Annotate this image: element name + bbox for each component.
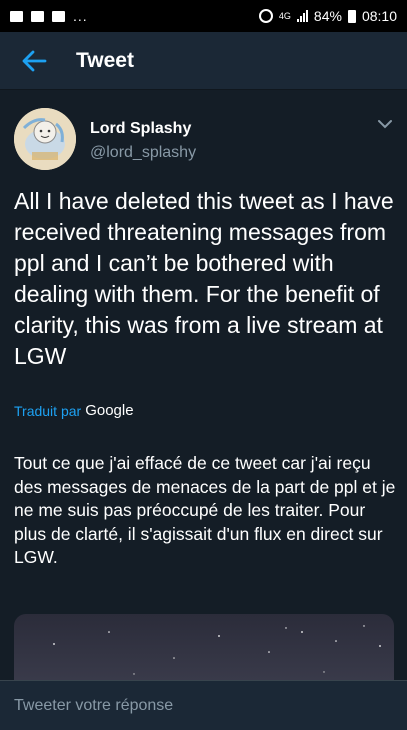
clock: 08:10 <box>361 8 397 24</box>
tweet-media-image[interactable] <box>14 614 394 680</box>
reply-bar <box>0 680 407 730</box>
translated-tweet-text: Tout ce que j'ai effacé de ce tweet car … <box>14 453 396 567</box>
app-bar: Tweet <box>0 32 407 90</box>
system-icons: 4G 84% 08:10 <box>258 8 397 24</box>
battery-icon <box>347 9 356 23</box>
tweet-author[interactable]: Lord Splashy @lord_splashy <box>14 108 196 170</box>
reply-input[interactable] <box>14 696 384 715</box>
status-bar: ... 4G 84% 08:10 <box>0 0 407 32</box>
more-notifications-indicator: ... <box>73 8 88 24</box>
chevron-down-icon[interactable] <box>377 116 393 134</box>
battery-level: 84% <box>313 8 342 24</box>
notification-icons: ... <box>10 8 88 24</box>
chat-notification-icon <box>52 10 65 22</box>
author-handle[interactable]: @lord_splashy <box>90 144 196 162</box>
translation-attribution[interactable]: Traduit par Google <box>14 402 134 419</box>
alarm-icon <box>258 9 273 23</box>
signal-icon <box>296 10 308 22</box>
back-arrow-icon[interactable] <box>6 32 62 90</box>
translated-by-label: Traduit par <box>14 402 82 419</box>
google-logo: Google <box>85 402 134 419</box>
network-type: 4G <box>278 10 291 21</box>
message-notification-icon <box>31 10 44 22</box>
avatar[interactable] <box>14 108 76 170</box>
tweet-detail: Lord Splashy @lord_splashy All I have de… <box>0 90 407 680</box>
tweet-text: All I have deleted this tweet as I have … <box>14 188 394 369</box>
image-notification-icon <box>10 10 23 22</box>
page-title: Tweet <box>76 48 134 72</box>
author-display-name[interactable]: Lord Splashy <box>90 120 196 138</box>
